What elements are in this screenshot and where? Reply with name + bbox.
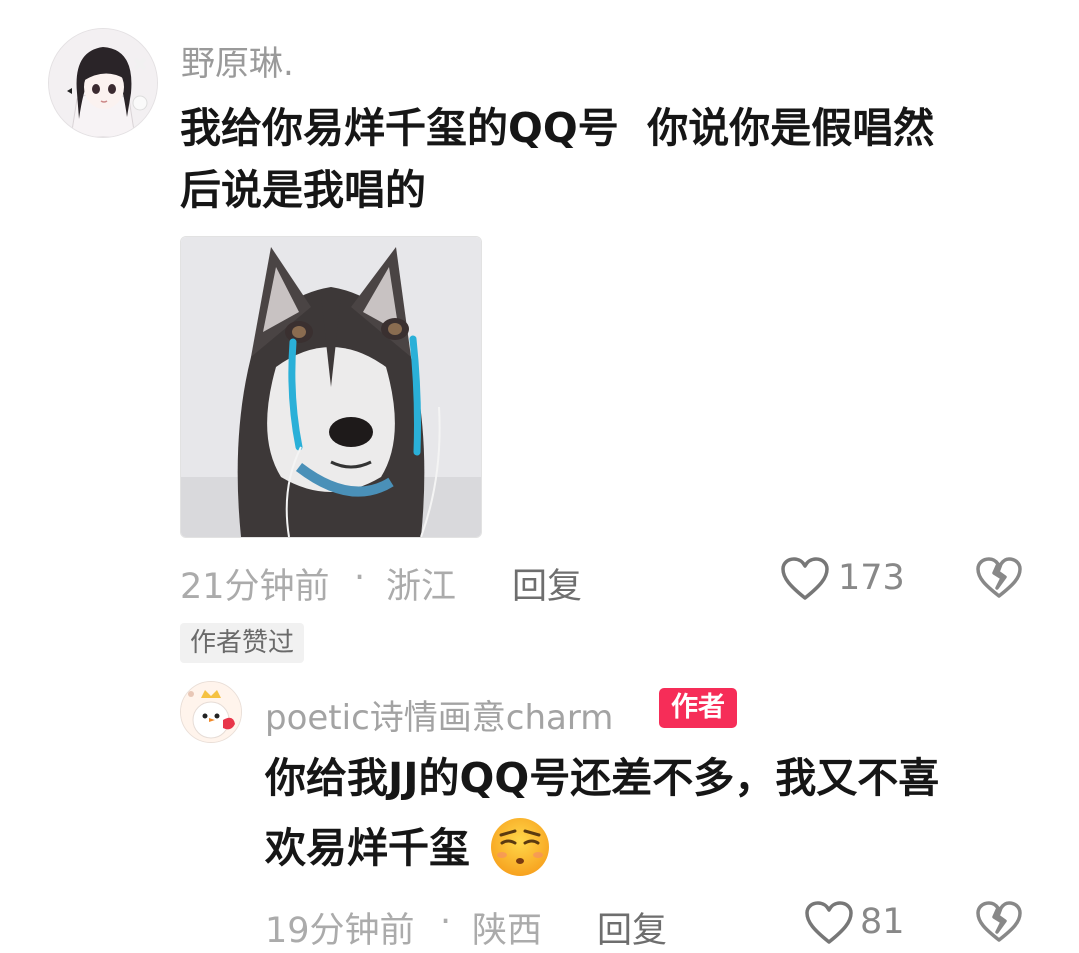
dislike-button[interactable] <box>975 556 1023 600</box>
commenter-username[interactable]: 野原琳. <box>181 36 294 85</box>
reply-meta-separator: · <box>440 902 452 942</box>
anime-girl-avatar-image <box>49 29 157 137</box>
author-badge: 作者 <box>659 688 737 728</box>
author-username[interactable]: poetic诗情画意charm <box>265 690 613 739</box>
broken-heart-icon <box>976 901 1022 942</box>
reply-location: 陕西 <box>472 911 543 951</box>
author-avatar[interactable] <box>180 681 242 743</box>
comment-image-crying-husky[interactable] <box>180 236 482 538</box>
comment-time: 21分钟前 <box>180 567 330 607</box>
broken-heart-icon <box>976 557 1022 598</box>
unamused-face-icon <box>491 818 549 876</box>
heart-outline-icon <box>781 557 829 600</box>
crying-husky-image <box>181 237 481 537</box>
unamused-face-emoji <box>488 815 552 879</box>
commenter-avatar[interactable] <box>48 28 158 138</box>
comment-text-line-1: 我给你易烊千玺的QQ号 你说你是假唱然 <box>180 104 935 152</box>
comment-location: 浙江 <box>386 567 457 607</box>
reply-dislike-button[interactable] <box>975 900 1023 944</box>
like-count: 173 <box>838 558 905 598</box>
reply-time: 19分钟前 <box>265 911 415 951</box>
comment-text-line-2: 后说是我唱的 <box>180 166 426 214</box>
reply-text-line-1: 你给我JJ的QQ号还差不多，我又不喜 <box>265 754 940 802</box>
heart-outline-icon <box>805 901 853 944</box>
meta-separator: · <box>354 558 366 598</box>
reply-like-button[interactable] <box>804 900 854 946</box>
like-button[interactable] <box>780 556 830 602</box>
reply-text-line-2: 欢易烊千玺 <box>265 824 470 872</box>
reply-like-count: 81 <box>860 902 905 942</box>
snowman-avatar-image <box>181 682 241 742</box>
reply-button[interactable]: 回复 <box>512 558 582 609</box>
author-liked-tag: 作者赞过 <box>180 623 305 663</box>
reply-reply-button[interactable]: 回复 <box>597 902 667 953</box>
